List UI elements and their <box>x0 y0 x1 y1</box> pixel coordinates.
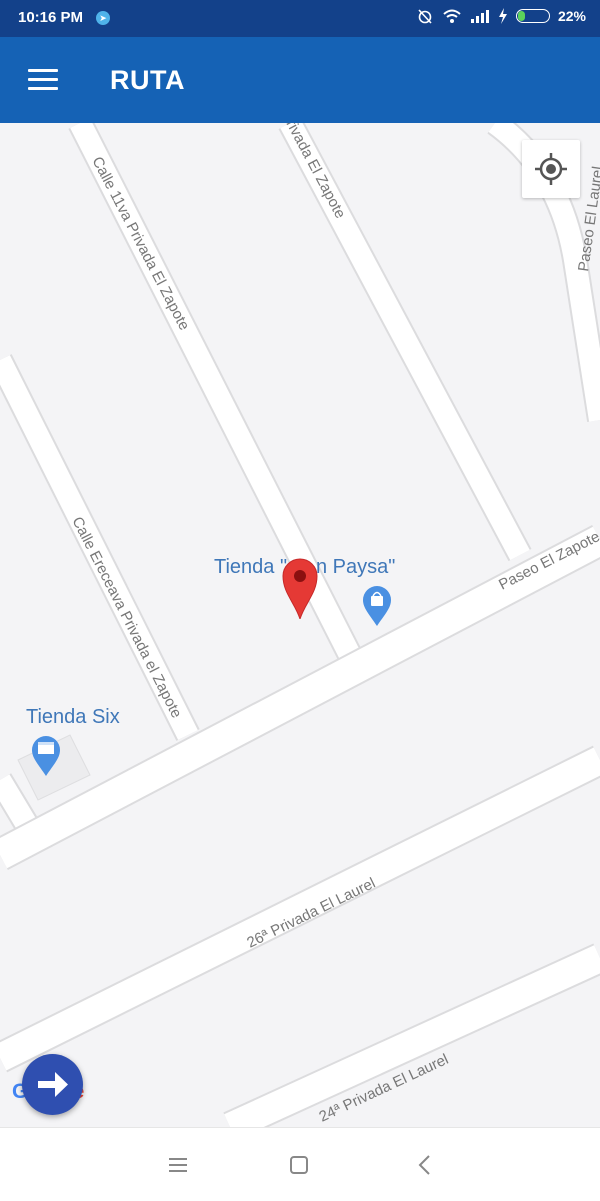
battery-icon <box>515 9 550 23</box>
poi-label-tienda-don-paysa-right[interactable]: n Paysa" <box>316 556 395 579</box>
alarm-off-icon <box>418 9 432 24</box>
wifi-icon <box>443 9 461 23</box>
signal-icon <box>470 10 489 23</box>
battery-level <box>517 11 525 21</box>
home-square-icon[interactable] <box>284 1150 314 1180</box>
back-chevron-icon[interactable] <box>410 1150 440 1180</box>
hamburger-menu-icon[interactable] <box>28 69 58 91</box>
street-label-privada-el-zapote: rivada El Zapote <box>282 123 348 221</box>
app-title: RUTA <box>110 65 185 95</box>
poi-label-tienda-don-paysa-left[interactable]: Tienda " <box>214 556 287 579</box>
arrow-right-icon <box>38 1072 68 1097</box>
my-location-button[interactable] <box>522 140 580 198</box>
my-location-icon <box>535 153 567 185</box>
status-bar: 10:16 PM ➤ 22% <box>0 0 600 37</box>
map-view[interactable]: Calle 11va Privada El Zapote rivada El Z… <box>0 123 600 1127</box>
app-bar: RUTA <box>0 37 600 123</box>
map-canvas: Calle 11va Privada El Zapote rivada El Z… <box>0 123 600 1127</box>
route-fab-button[interactable] <box>22 1054 83 1115</box>
status-time: 10:16 PM <box>18 9 84 26</box>
shopping-pin-icon[interactable] <box>363 586 391 626</box>
street-label-calle-ereceava: Calle Ereceava Privada el Zapote <box>68 514 185 721</box>
menu-icon[interactable] <box>163 1150 193 1180</box>
street-label-calle-11va: Calle 11va Privada El Zapote <box>88 154 192 333</box>
status-icons: 22% <box>416 8 586 24</box>
system-nav-bar <box>0 1127 600 1201</box>
location-marker-icon[interactable] <box>281 557 319 619</box>
roads <box>0 123 600 1127</box>
telegram-icon: ➤ <box>96 11 110 25</box>
poi-label-tienda-six[interactable]: Tienda Six <box>26 706 120 729</box>
charging-icon <box>498 8 507 24</box>
battery-percent: 22% <box>557 8 586 24</box>
